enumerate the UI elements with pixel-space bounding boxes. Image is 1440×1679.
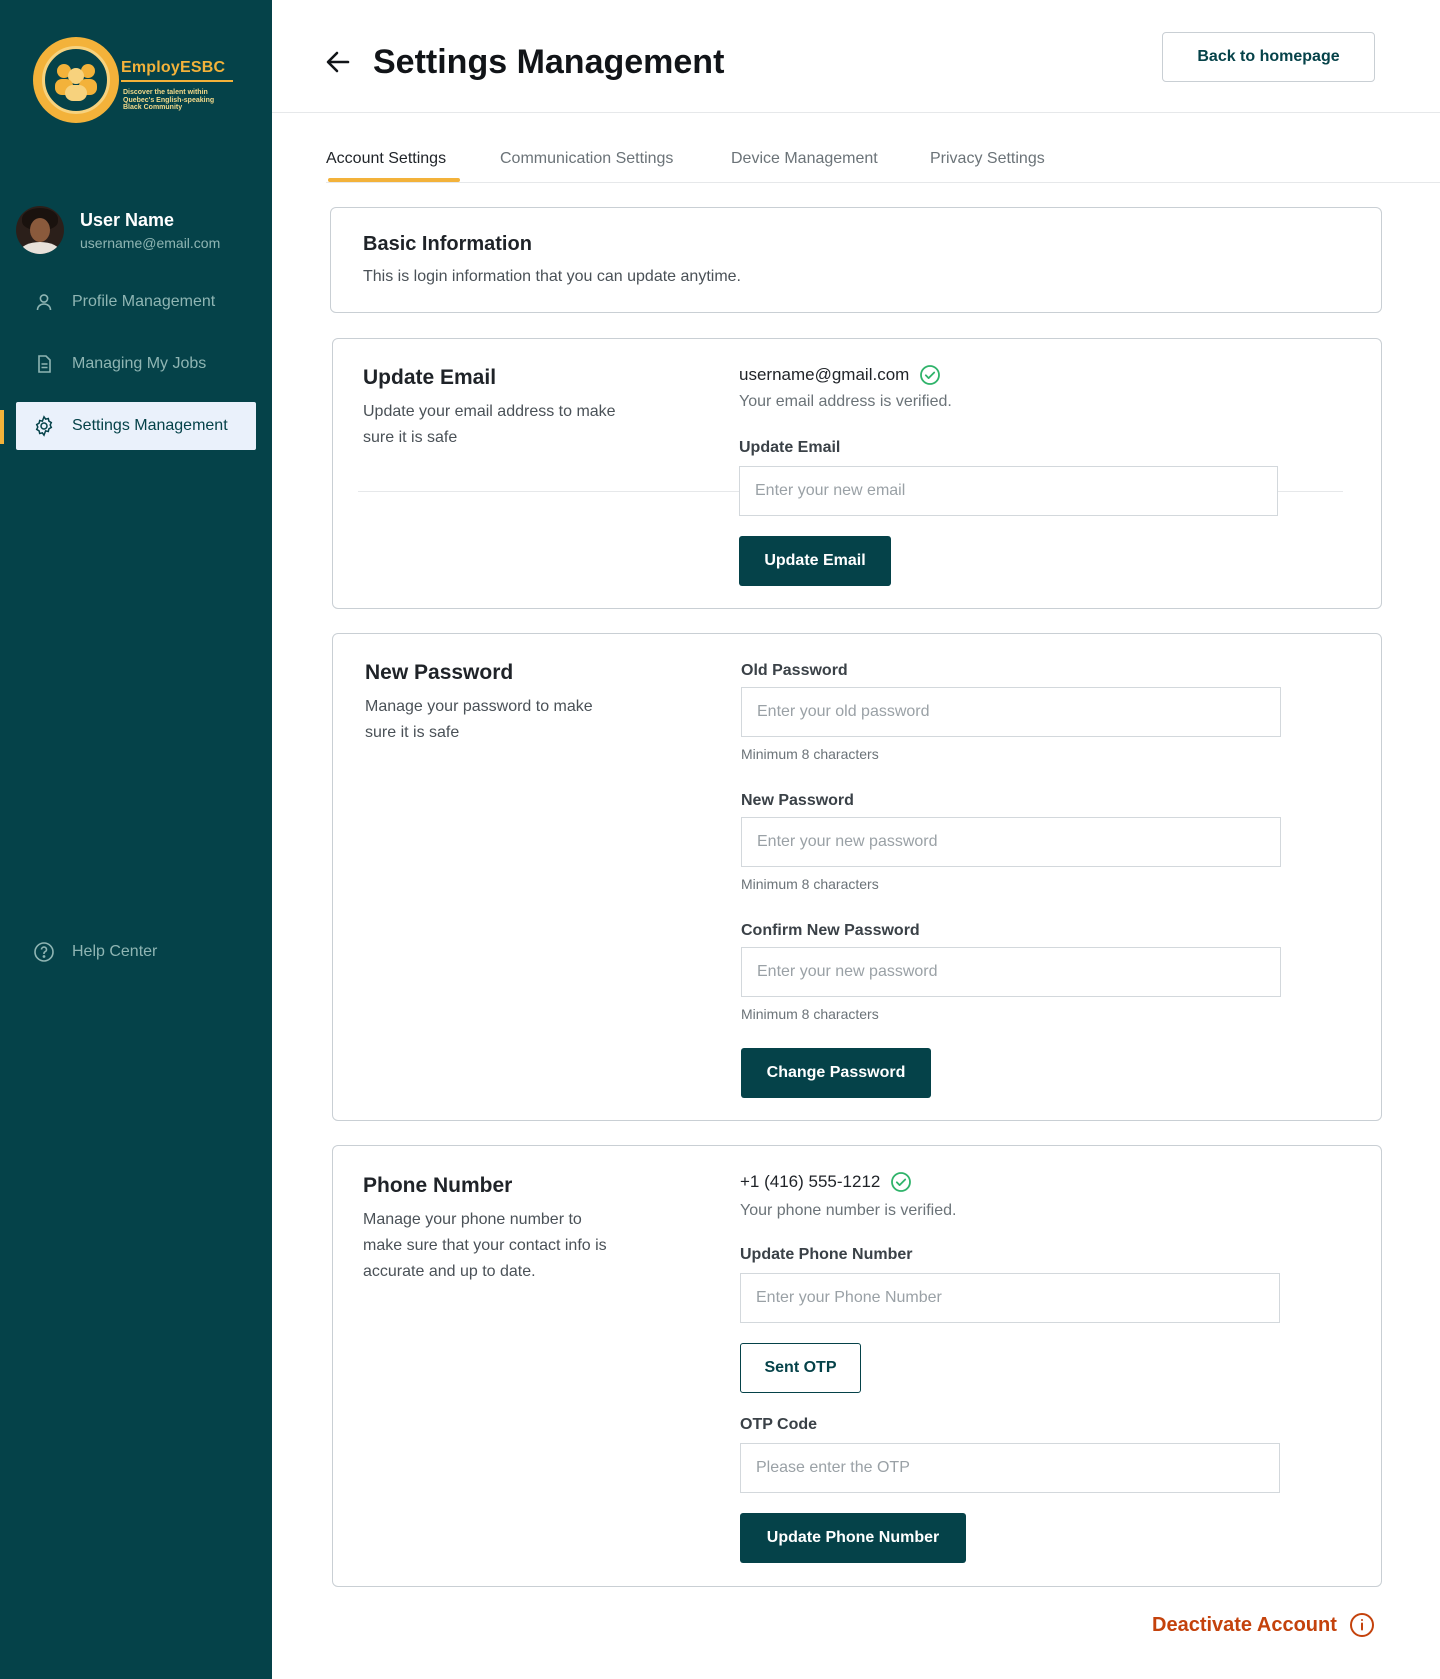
current-email: username@gmail.com bbox=[739, 364, 941, 386]
update-email-description: Update your email address to make sure i… bbox=[363, 403, 616, 446]
otp-code-input[interactable] bbox=[740, 1443, 1280, 1493]
confirm-password-hint: Minimum 8 characters bbox=[741, 1006, 879, 1022]
brand-underline bbox=[121, 80, 233, 82]
deactivate-account-link[interactable]: Deactivate Account bbox=[1152, 1612, 1375, 1638]
update-email-label: Update Email bbox=[739, 439, 841, 456]
phone-verified-text: Your phone number is verified. bbox=[740, 1202, 957, 1219]
document-icon bbox=[32, 352, 56, 376]
new-password-description: Manage your password to make sure it is … bbox=[365, 698, 593, 741]
info-icon[interactable] bbox=[1349, 1612, 1375, 1638]
avatar bbox=[16, 206, 64, 254]
page-title: Settings Management bbox=[373, 43, 725, 81]
page-header: Settings Management Back to homepage bbox=[272, 0, 1440, 113]
people-icon bbox=[42, 46, 110, 114]
new-email-input[interactable] bbox=[739, 466, 1278, 516]
back-arrow-icon[interactable] bbox=[324, 48, 352, 76]
active-tab-underline bbox=[328, 178, 460, 182]
user-icon bbox=[32, 290, 56, 314]
gear-icon bbox=[32, 414, 56, 438]
deactivate-account-label: Deactivate Account bbox=[1152, 1613, 1337, 1636]
new-password-card: New Password Manage your password to mak… bbox=[332, 633, 1382, 1121]
update-email-button[interactable]: Update Email bbox=[739, 536, 891, 586]
logo-badge bbox=[33, 37, 119, 123]
otp-code-label: OTP Code bbox=[740, 1416, 818, 1433]
sidebar-item-label: Help Center bbox=[72, 943, 158, 960]
sidebar-item-managing-my-jobs[interactable]: Managing My Jobs bbox=[16, 340, 256, 388]
basic-information-card: Basic Information This is login informat… bbox=[330, 207, 1382, 313]
current-phone: +1 (416) 555-1212 bbox=[740, 1171, 912, 1193]
active-indicator bbox=[0, 410, 4, 444]
new-password-title: New Password bbox=[365, 661, 514, 684]
old-password-label: Old Password bbox=[741, 662, 848, 679]
send-otp-button[interactable]: Sent OTP bbox=[740, 1343, 861, 1393]
verified-check-icon bbox=[890, 1171, 912, 1193]
brand-tagline: Discover the talent within Quebec's Engl… bbox=[123, 89, 215, 111]
new-password-hint: Minimum 8 characters bbox=[741, 876, 879, 892]
phone-number-input[interactable] bbox=[740, 1273, 1280, 1323]
confirm-password-label: Confirm New Password bbox=[741, 922, 920, 939]
current-email-value: username@gmail.com bbox=[739, 365, 910, 384]
phone-number-title: Phone Number bbox=[363, 1174, 513, 1197]
phone-number-description: Manage your phone number to make sure th… bbox=[363, 1211, 607, 1280]
current-phone-value: +1 (416) 555-1212 bbox=[740, 1172, 881, 1191]
update-phone-label: Update Phone Number bbox=[740, 1246, 913, 1263]
settings-tabs: Account Settings Communication Settings … bbox=[326, 140, 1440, 183]
question-circle-icon bbox=[32, 940, 56, 964]
sidebar-item-help-center[interactable]: Help Center bbox=[16, 928, 256, 976]
sidebar-item-label: Settings Management bbox=[72, 417, 228, 434]
tab-account-settings[interactable]: Account Settings bbox=[326, 150, 446, 168]
new-password-input[interactable] bbox=[741, 817, 1281, 867]
change-password-button[interactable]: Change Password bbox=[741, 1048, 931, 1098]
sidebar-item-profile-management[interactable]: Profile Management bbox=[16, 278, 256, 326]
verified-check-icon bbox=[919, 364, 941, 386]
update-phone-number-button[interactable]: Update Phone Number bbox=[740, 1513, 966, 1563]
brand-logo[interactable]: EmployESBC Discover the talent within Qu… bbox=[33, 37, 233, 125]
tab-communication-settings[interactable]: Communication Settings bbox=[500, 150, 673, 168]
old-password-hint: Minimum 8 characters bbox=[741, 746, 879, 762]
basic-information-description: This is login information that you can u… bbox=[363, 268, 741, 285]
sidebar: EmployESBC Discover the talent within Qu… bbox=[0, 0, 272, 1679]
sidebar-item-label: Managing My Jobs bbox=[72, 355, 207, 372]
sidebar-item-label: Profile Management bbox=[72, 293, 216, 310]
update-email-title: Update Email bbox=[363, 366, 497, 389]
back-to-homepage-button[interactable]: Back to homepage bbox=[1162, 32, 1375, 82]
tab-device-management[interactable]: Device Management bbox=[731, 150, 878, 168]
user-email: username@email.com bbox=[80, 235, 221, 251]
old-password-input[interactable] bbox=[741, 687, 1281, 737]
phone-number-card: Phone Number Manage your phone number to… bbox=[332, 1145, 1382, 1587]
brand-name: EmployESBC bbox=[121, 59, 226, 76]
user-profile[interactable]: User Name username@email.com bbox=[16, 206, 256, 256]
email-verified-text: Your email address is verified. bbox=[739, 393, 952, 410]
confirm-password-input[interactable] bbox=[741, 947, 1281, 997]
new-password-label: New Password bbox=[741, 792, 854, 809]
user-name: User Name bbox=[80, 210, 175, 230]
basic-information-title: Basic Information bbox=[363, 233, 532, 255]
sidebar-item-settings-management[interactable]: Settings Management bbox=[16, 402, 256, 450]
update-email-card: Update Email Update your email address t… bbox=[332, 338, 1382, 609]
tab-privacy-settings[interactable]: Privacy Settings bbox=[930, 150, 1045, 168]
